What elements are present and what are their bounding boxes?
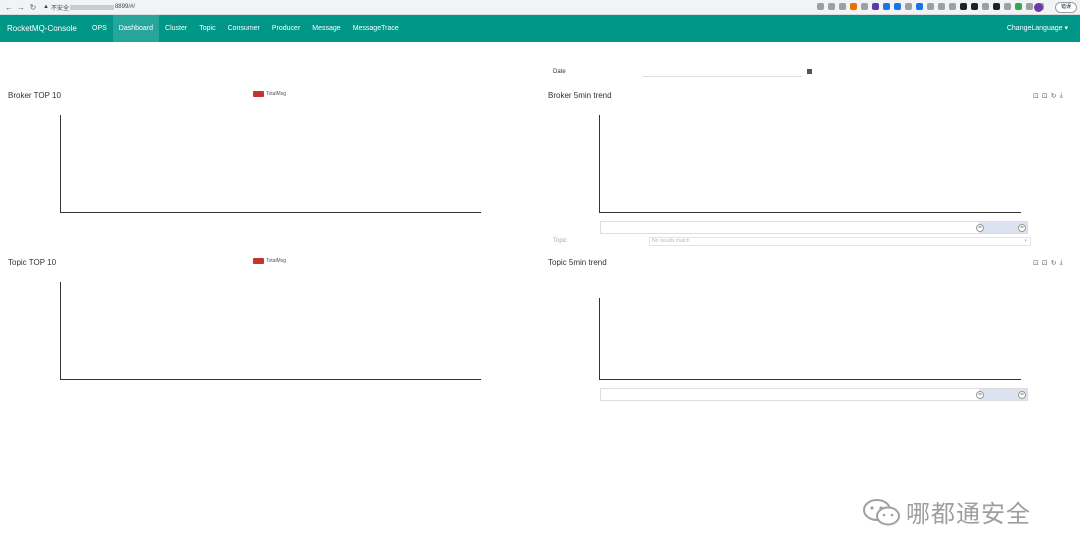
nav-ops[interactable]: OPS — [86, 15, 113, 42]
extension-icon[interactable] — [927, 3, 934, 10]
star-icon[interactable] — [839, 3, 846, 10]
brand-logo[interactable]: RocketMQ-Console — [0, 15, 86, 42]
extension-icon[interactable] — [850, 3, 857, 10]
topic-top10-legend[interactable]: TotalMsg — [253, 258, 286, 264]
watermark: 哪都通安全 — [862, 494, 1031, 529]
legend-label: TotalMsg — [266, 91, 287, 97]
zoom-reset-icon[interactable]: ⊡ — [1042, 259, 1048, 267]
nav-consumer[interactable]: Consumer — [222, 15, 266, 42]
change-language-dropdown[interactable]: ChangeLanguage ▾ — [1007, 15, 1068, 42]
watermark-text: 哪都通安全 — [906, 501, 1031, 528]
translate-icon[interactable] — [817, 3, 824, 10]
extension-icon[interactable] — [1004, 3, 1011, 10]
update-button[interactable]: 错误 — [1054, 2, 1077, 13]
extension-icon[interactable] — [905, 3, 912, 10]
broker-top10-x-axis — [60, 212, 481, 213]
broker-trend-datazoom[interactable]: = = — [600, 221, 1028, 234]
extension-icons — [817, 3, 1044, 10]
zoom-reset-icon[interactable]: ⊡ — [1042, 92, 1048, 100]
topic-trend-toolbox: ⊡ ⊡ ↻ ⤓ — [1033, 259, 1063, 267]
download-icon[interactable]: ⤓ — [1060, 92, 1063, 100]
topic-trend-x-axis — [599, 379, 1021, 380]
extension-icon[interactable] — [916, 3, 923, 10]
extension-icon[interactable] — [971, 3, 978, 10]
nav-producer[interactable]: Producer — [266, 15, 306, 42]
broker-trend-y-axis — [599, 115, 600, 213]
broker-trend-toolbox: ⊡ ⊡ ↻ ⤓ — [1033, 92, 1063, 100]
back-icon[interactable]: ← — [3, 3, 15, 12]
wechat-icon — [863, 498, 900, 525]
restore-icon[interactable]: ↻ — [1051, 92, 1057, 100]
nav-topic[interactable]: Topic — [193, 15, 221, 42]
broker-top10-title: Broker TOP 10 — [8, 91, 61, 100]
change-language-label: ChangeLanguage — [1006, 25, 1063, 32]
nav-dashboard[interactable]: Dashboard — [112, 15, 160, 42]
download-icon[interactable]: ⤓ — [1060, 259, 1063, 267]
extension-icon[interactable] — [883, 3, 890, 10]
reload-icon[interactable]: ↻ — [27, 3, 39, 12]
warning-icon: ▲ — [43, 4, 49, 10]
topic-top10-title: Topic TOP 10 — [8, 258, 57, 267]
zoom-icon[interactable]: ⊡ — [1033, 92, 1039, 100]
legend-swatch — [253, 91, 264, 97]
datazoom-handle-right[interactable]: = — [1018, 224, 1026, 232]
extension-icon[interactable] — [960, 3, 967, 10]
broker-trend-title: Broker 5min trend — [548, 91, 612, 100]
address-bar[interactable]: ▲ 不安全 8899/#/ — [43, 3, 135, 12]
security-label: 不安全 — [50, 5, 69, 12]
extension-icon[interactable] — [861, 3, 868, 10]
topic-top10-x-axis — [60, 379, 481, 380]
topic-select[interactable]: No results match ▾ — [649, 237, 1031, 246]
datazoom-handle-left[interactable]: = — [976, 224, 984, 232]
nav-messagetrace[interactable]: MessageTrace — [347, 15, 405, 42]
datazoom-handle-left[interactable]: = — [976, 391, 984, 399]
nav-message[interactable]: Message — [306, 15, 346, 42]
topic-trend-y-axis — [599, 298, 600, 380]
browser-toolbar: ← → ↻ ▲ 不安全 8899/#/ 错误 — [0, 0, 1080, 15]
topic-select-placeholder: No results match — [652, 238, 690, 244]
app-navbar: RocketMQ-Console OPS Dashboard Cluster T… — [0, 15, 1080, 42]
topic-label: Topic — [553, 238, 568, 244]
share-icon[interactable] — [828, 3, 835, 10]
restore-icon[interactable]: ↻ — [1051, 259, 1057, 267]
broker-trend-x-axis — [599, 212, 1021, 213]
extension-icon[interactable] — [894, 3, 901, 10]
url-redacted — [69, 4, 114, 10]
broker-top10-y-axis — [60, 115, 61, 213]
extension-icon[interactable] — [949, 3, 956, 10]
topic-top10-y-axis — [60, 282, 61, 380]
extension-icon[interactable] — [993, 3, 1000, 10]
broker-top10-legend[interactable]: TotalMsg — [253, 91, 286, 97]
puzzle-icon[interactable] — [1026, 3, 1033, 10]
topic-trend-title: Topic 5min trend — [548, 258, 607, 267]
datazoom-handle-right[interactable]: = — [1018, 391, 1026, 399]
chevron-down-icon: ▾ — [1024, 238, 1027, 244]
calendar-icon[interactable] — [807, 69, 812, 74]
date-input[interactable] — [643, 68, 802, 77]
extension-icon[interactable] — [982, 3, 989, 10]
extension-icon[interactable] — [938, 3, 945, 10]
legend-label: TotalMsg — [266, 258, 287, 264]
extension-icon[interactable] — [1015, 3, 1022, 10]
url-suffix: 8899/#/ — [114, 4, 135, 10]
profile-avatar[interactable] — [1034, 3, 1043, 12]
legend-swatch — [253, 258, 264, 264]
zoom-icon[interactable]: ⊡ — [1033, 259, 1039, 267]
date-label: Date — [553, 69, 566, 75]
extension-icon[interactable] — [872, 3, 879, 10]
topic-trend-datazoom[interactable]: = = — [600, 388, 1028, 401]
forward-icon[interactable]: → — [15, 3, 27, 12]
nav-cluster[interactable]: Cluster — [159, 15, 193, 42]
